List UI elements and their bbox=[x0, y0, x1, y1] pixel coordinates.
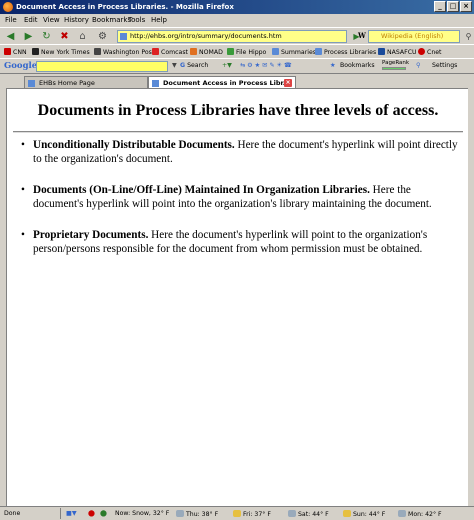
block-icon[interactable]: ⬤ bbox=[88, 510, 95, 517]
minimize-button[interactable]: _ bbox=[434, 1, 446, 12]
toolbar-plus-icon[interactable]: +▼ bbox=[222, 62, 232, 69]
google-g-icon: G bbox=[180, 62, 186, 69]
forward-icon[interactable]: ▶ bbox=[22, 30, 35, 43]
horizontal-rule bbox=[13, 131, 463, 133]
menu-view[interactable]: View bbox=[43, 16, 60, 24]
list-item: Unconditionally Distributable Documents.… bbox=[17, 138, 459, 166]
navigation-bar: ◀ ▶ ↻ ✖ ⌂ ⚙ http://ehbs.org/intro/summar… bbox=[0, 27, 474, 44]
nomad-icon bbox=[190, 48, 197, 55]
menu-tools[interactable]: Tools bbox=[128, 16, 145, 24]
bookmark-washington-post[interactable]: Washington Post bbox=[94, 48, 154, 56]
back-icon[interactable]: ◀ bbox=[4, 30, 17, 43]
cloud-icon bbox=[288, 510, 296, 517]
list-item: Documents (On-Line/Off-Line) Maintained … bbox=[17, 183, 459, 211]
access-levels-list: Unconditionally Distributable Documents.… bbox=[17, 138, 459, 273]
bookmark-nomad[interactable]: NOMAD bbox=[190, 48, 223, 56]
tab-close-icon[interactable]: × bbox=[284, 79, 292, 87]
bookmark-cnet[interactable]: Cnet bbox=[418, 48, 441, 56]
search-placeholder: Wikipedia (English) bbox=[381, 32, 444, 40]
page-content: Documents in Process Libraries have thre… bbox=[6, 88, 468, 506]
process-libraries-icon bbox=[315, 48, 322, 55]
list-item: Proprietary Documents. Here the document… bbox=[17, 228, 459, 256]
close-button[interactable]: × bbox=[460, 1, 472, 12]
weather-thu[interactable]: Thu: 38° F bbox=[176, 510, 218, 518]
stop-icon[interactable]: ✖ bbox=[58, 30, 71, 43]
menu-bar: File Edit View History Bookmarks Tools H… bbox=[0, 14, 474, 27]
menu-bookmarks[interactable]: Bookmarks bbox=[92, 16, 131, 24]
dropdown-icon[interactable]: ▼ bbox=[172, 62, 177, 69]
title-bar: Document Access in Process Libraries. - … bbox=[0, 0, 474, 14]
weather-sun[interactable]: Sun: 44° F bbox=[343, 510, 385, 518]
site-favicon-icon bbox=[120, 33, 127, 40]
tab-favicon-icon bbox=[28, 80, 35, 87]
summaries-icon bbox=[272, 48, 279, 55]
tab-favicon-icon bbox=[152, 80, 159, 87]
google-toolbar: Google ▼ G Search +▼ ⇆ ⚙ ★ ✉ ✎ ☀ ☎ ★ Boo… bbox=[0, 58, 474, 73]
tab-bar: EHBs Home Page Document Access in Proces… bbox=[0, 73, 474, 89]
pagerank-bar bbox=[382, 67, 406, 70]
status-divider bbox=[60, 508, 61, 519]
bookmarks-toolbar: CNN New York Times Washington Post Comca… bbox=[0, 44, 474, 58]
weather-now[interactable]: Now: Snow, 32° F bbox=[115, 510, 169, 517]
google-settings-button[interactable]: Settings bbox=[432, 62, 457, 69]
comcast-icon bbox=[152, 48, 159, 55]
wapo-icon bbox=[94, 48, 101, 55]
menu-history[interactable]: History bbox=[64, 16, 89, 24]
maximize-button[interactable]: □ bbox=[447, 1, 459, 12]
bookmarks-star-icon[interactable]: ★ bbox=[330, 62, 336, 69]
google-search-button[interactable]: G Search bbox=[180, 62, 208, 69]
page-tools-icon[interactable]: ⚙ bbox=[96, 30, 109, 43]
bookmark-process-libraries[interactable]: Process Libraries bbox=[315, 48, 376, 56]
weather-sat[interactable]: Sat: 44° F bbox=[288, 510, 329, 518]
menu-help[interactable]: Help bbox=[151, 16, 167, 24]
nasafcu-icon bbox=[378, 48, 385, 55]
bookmark-cnn[interactable]: CNN bbox=[4, 48, 27, 56]
firefox-icon bbox=[3, 2, 13, 12]
google-bookmarks-button[interactable]: Bookmarks bbox=[340, 62, 375, 69]
menu-file[interactable]: File bbox=[5, 16, 17, 24]
item-term: Proprietary Documents. bbox=[33, 229, 149, 241]
addon-icon[interactable]: ■▼ bbox=[66, 510, 77, 517]
google-search-input[interactable] bbox=[36, 61, 168, 72]
search-magnifier-icon[interactable]: ⚲ bbox=[416, 62, 421, 69]
status-text: Done bbox=[4, 510, 21, 517]
page-title: Documents in Process Libraries have thre… bbox=[37, 102, 439, 119]
url-text: http://ehbs.org/intro/summary/documents.… bbox=[130, 32, 282, 40]
file-hippo-icon bbox=[227, 48, 234, 55]
bookmark-file-hippo[interactable]: File Hippo bbox=[227, 48, 266, 56]
item-term: Unconditionally Distributable Documents. bbox=[33, 139, 235, 151]
sun-cloud-icon bbox=[233, 510, 241, 517]
bookmark-summaries[interactable]: Summaries bbox=[272, 48, 316, 56]
nyt-icon bbox=[32, 48, 39, 55]
home-icon[interactable]: ⌂ bbox=[76, 30, 89, 43]
google-logo[interactable]: Google bbox=[4, 61, 37, 71]
search-icon[interactable]: ⚲ bbox=[462, 30, 474, 43]
url-input[interactable]: http://ehbs.org/intro/summary/documents.… bbox=[117, 30, 347, 43]
safe-icon[interactable]: ⬤ bbox=[100, 510, 107, 517]
menu-edit[interactable]: Edit bbox=[24, 16, 38, 24]
status-bar: Done ■▼ ⬤ ⬤ Now: Snow, 32° F Thu: 38° F … bbox=[0, 506, 474, 520]
cnn-icon bbox=[4, 48, 11, 55]
weather-mon[interactable]: Mon: 42° F bbox=[398, 510, 442, 518]
search-input[interactable]: Wikipedia (English) bbox=[368, 30, 460, 43]
pagerank-label: PageRank bbox=[382, 60, 410, 66]
sun-cloud-icon bbox=[343, 510, 351, 517]
weather-fri[interactable]: Fri: 37° F bbox=[233, 510, 271, 518]
cloud-icon bbox=[176, 510, 184, 517]
toolbar-arrows-icon[interactable]: ⇆ ⚙ ★ ✉ ✎ ☀ ☎ bbox=[240, 62, 292, 69]
bookmark-nyt[interactable]: New York Times bbox=[32, 48, 90, 56]
cloud-icon bbox=[398, 510, 406, 517]
item-term: Documents (On-Line/Off-Line) Maintained … bbox=[33, 184, 370, 196]
wikipedia-engine-icon[interactable]: W bbox=[358, 31, 366, 40]
bookmark-nasafcu[interactable]: NASAFCU bbox=[378, 48, 417, 56]
bookmark-comcast[interactable]: Comcast bbox=[152, 48, 188, 56]
window-title: Document Access in Process Libraries. - … bbox=[16, 3, 234, 11]
cnet-icon bbox=[418, 48, 425, 55]
reload-icon[interactable]: ↻ bbox=[40, 30, 53, 43]
